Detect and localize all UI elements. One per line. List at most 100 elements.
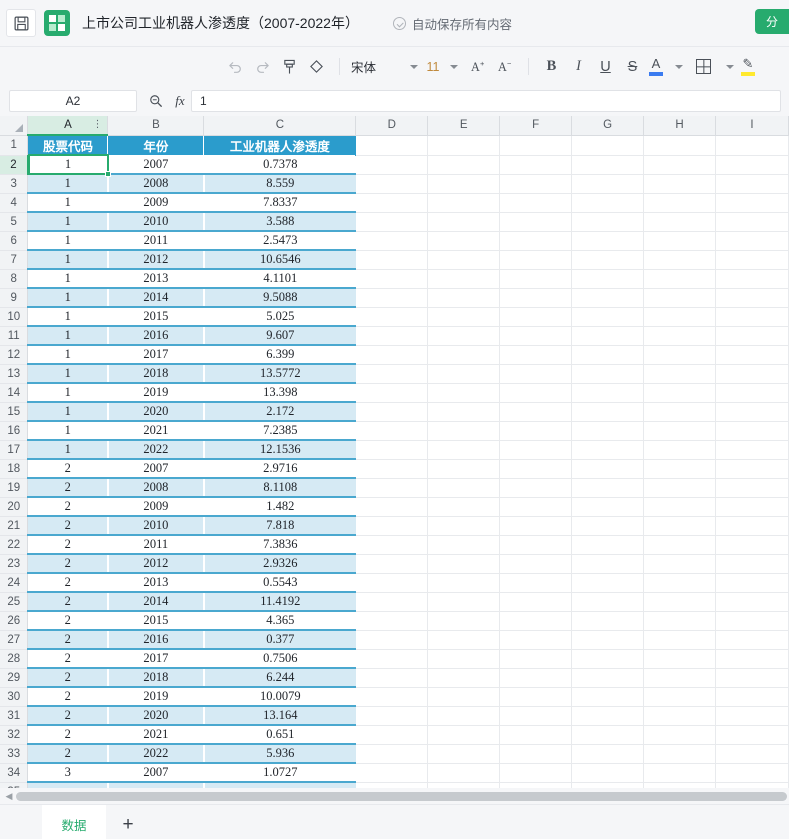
table-row[interactable]: 3.588 — [204, 212, 356, 231]
empty-cell[interactable] — [356, 402, 428, 421]
empty-cell[interactable] — [356, 668, 428, 687]
empty-cell[interactable] — [572, 516, 644, 535]
row-header-30[interactable]: 30 — [0, 687, 28, 706]
table-row[interactable]: 13.398 — [204, 383, 356, 402]
row-header-21[interactable]: 21 — [0, 516, 28, 535]
table-row[interactable]: 0.7506 — [204, 649, 356, 668]
row-header-26[interactable]: 26 — [0, 611, 28, 630]
table-row[interactable]: 7.3836 — [204, 535, 356, 554]
table-row[interactable]: 1.0727 — [204, 763, 356, 782]
empty-cell[interactable] — [572, 649, 644, 668]
table-row[interactable]: 1 — [28, 364, 108, 383]
row-header-9[interactable]: 9 — [0, 288, 28, 307]
empty-cell[interactable] — [716, 402, 789, 421]
empty-cell[interactable] — [644, 135, 716, 155]
empty-cell[interactable] — [500, 573, 572, 592]
empty-cell[interactable] — [644, 231, 716, 250]
table-header-cell[interactable]: 股票代码 — [28, 135, 108, 155]
table-row[interactable]: 2 — [28, 554, 108, 573]
empty-cell[interactable] — [428, 421, 500, 440]
table-row[interactable]: 7.2385 — [204, 421, 356, 440]
empty-cell[interactable] — [500, 592, 572, 611]
row-header-8[interactable]: 8 — [0, 269, 28, 288]
empty-cell[interactable] — [716, 649, 789, 668]
sheet-tab-data[interactable]: 数据 — [42, 805, 106, 839]
empty-cell[interactable] — [500, 307, 572, 326]
row-header-22[interactable]: 22 — [0, 535, 28, 554]
empty-cell[interactable] — [500, 611, 572, 630]
table-row[interactable]: 4.1101 — [204, 269, 356, 288]
table-row[interactable]: 0.377 — [204, 630, 356, 649]
table-header-cell[interactable]: 年份 — [108, 135, 204, 155]
table-row[interactable]: 2008 — [108, 478, 204, 497]
empty-cell[interactable] — [572, 725, 644, 744]
font-size-value[interactable]: 11 — [425, 60, 441, 74]
empty-cell[interactable] — [356, 193, 428, 212]
save-button[interactable] — [6, 9, 36, 37]
empty-cell[interactable] — [428, 535, 500, 554]
empty-cell[interactable] — [572, 383, 644, 402]
table-row[interactable]: 2 — [28, 497, 108, 516]
table-row[interactable]: 2019 — [108, 687, 204, 706]
empty-cell[interactable] — [716, 706, 789, 725]
empty-cell[interactable] — [644, 573, 716, 592]
table-row[interactable]: 8.559 — [204, 174, 356, 193]
empty-cell[interactable] — [356, 554, 428, 573]
empty-cell[interactable] — [716, 155, 789, 174]
empty-cell[interactable] — [356, 155, 428, 174]
empty-cell[interactable] — [356, 135, 428, 155]
empty-cell[interactable] — [500, 269, 572, 288]
empty-cell[interactable] — [716, 135, 789, 155]
empty-cell[interactable] — [572, 592, 644, 611]
empty-cell[interactable] — [428, 269, 500, 288]
table-row[interactable]: 1 — [28, 440, 108, 459]
empty-cell[interactable] — [428, 763, 500, 782]
empty-cell[interactable] — [572, 782, 644, 788]
empty-cell[interactable] — [716, 421, 789, 440]
row-header-25[interactable]: 25 — [0, 592, 28, 611]
empty-cell[interactable] — [500, 383, 572, 402]
empty-cell[interactable] — [716, 364, 789, 383]
empty-cell[interactable] — [500, 744, 572, 763]
table-row[interactable]: 1.482 — [204, 497, 356, 516]
empty-cell[interactable] — [716, 744, 789, 763]
table-row[interactable]: 2022 — [108, 440, 204, 459]
empty-cell[interactable] — [572, 554, 644, 573]
table-row[interactable]: 2010 — [108, 516, 204, 535]
empty-cell[interactable] — [428, 345, 500, 364]
empty-cell[interactable] — [500, 554, 572, 573]
table-row[interactable]: 2 — [28, 592, 108, 611]
table-row[interactable]: 2014 — [108, 288, 204, 307]
table-row[interactable]: 2 — [28, 535, 108, 554]
table-row[interactable]: 2 — [28, 668, 108, 687]
table-row[interactable]: 2 — [28, 725, 108, 744]
empty-cell[interactable] — [428, 782, 500, 788]
column-header-b[interactable]: B — [108, 116, 204, 135]
empty-cell[interactable] — [428, 554, 500, 573]
empty-cell[interactable] — [500, 440, 572, 459]
highlight-color-button[interactable]: ✎ — [741, 53, 755, 80]
empty-cell[interactable] — [572, 212, 644, 231]
empty-cell[interactable] — [716, 231, 789, 250]
horizontal-scrollbar[interactable]: ◀ — [0, 788, 789, 804]
empty-cell[interactable] — [500, 516, 572, 535]
table-row[interactable]: 2011 — [108, 535, 204, 554]
font-color-button[interactable]: A — [646, 53, 666, 80]
empty-cell[interactable] — [356, 421, 428, 440]
table-row[interactable]: 2014 — [108, 592, 204, 611]
table-row[interactable]: 2018 — [108, 668, 204, 687]
empty-cell[interactable] — [716, 212, 789, 231]
table-row[interactable]: 13.164 — [204, 706, 356, 725]
empty-cell[interactable] — [572, 193, 644, 212]
empty-cell[interactable] — [644, 744, 716, 763]
row-header-34[interactable]: 34 — [0, 763, 28, 782]
row-header-1[interactable]: 1 — [0, 135, 28, 155]
empty-cell[interactable] — [500, 668, 572, 687]
format-painter-icon[interactable] — [276, 53, 303, 80]
empty-cell[interactable] — [644, 193, 716, 212]
table-row[interactable]: 2017 — [108, 345, 204, 364]
row-header-15[interactable]: 15 — [0, 402, 28, 421]
empty-cell[interactable] — [572, 668, 644, 687]
table-row[interactable]: 2012 — [108, 250, 204, 269]
empty-cell[interactable] — [644, 725, 716, 744]
